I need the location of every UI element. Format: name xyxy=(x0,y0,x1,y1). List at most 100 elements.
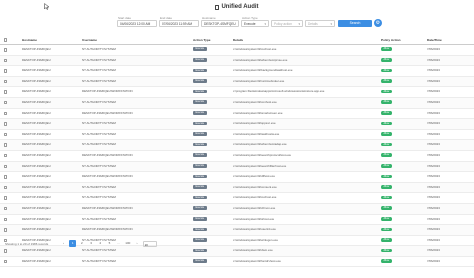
policy-action-badge: Allow xyxy=(381,89,392,94)
col-policy-action[interactable]: Policy Action xyxy=(381,36,417,44)
row-checkbox[interactable] xyxy=(4,90,8,94)
per-page-select[interactable]: 20 xyxy=(142,240,157,247)
col-datetime[interactable]: Date/Time xyxy=(427,36,473,44)
policy-action-badge: Allow xyxy=(381,259,392,263)
row-checkbox[interactable] xyxy=(4,132,8,137)
settings-button[interactable]: ⚙ xyxy=(374,19,382,27)
action-type-cell: Execute xyxy=(193,215,229,225)
table-row[interactable]: DESKTOP-4SMFQEU NT AUTHORITY\SYSTEM Execut… xyxy=(0,257,474,268)
table-row[interactable]: DESKTOP-4SMFQEU NT AUTHORITY\SYSTEM Execut… xyxy=(0,66,474,77)
page-button[interactable]: 1 xyxy=(69,240,77,247)
row-checkbox[interactable] xyxy=(4,48,8,52)
row-select-cell xyxy=(4,215,8,225)
page-button[interactable]: 2 xyxy=(78,240,85,247)
hostname-select[interactable]: DESKTOP-4SMFQEU xyxy=(201,20,239,27)
table-row[interactable]: DESKTOP-4SMFQEU NT AUTHORITY\SYSTEM Execut… xyxy=(0,45,474,56)
policy-action-badge: Allow xyxy=(381,153,392,157)
page-button[interactable]: 3 xyxy=(88,240,95,247)
action-type-badge: Execute xyxy=(193,216,207,221)
table-row[interactable]: DESKTOP-4SMFQEU DESKTOP-4SMFQEU\WORKSTATI… xyxy=(0,109,474,120)
datetime-cell: 7/06/2023 xyxy=(427,174,440,179)
row-checkbox[interactable] xyxy=(4,164,8,169)
action-type-select[interactable]: Execute ▾ xyxy=(241,20,269,27)
hostname-cell: DESKTOP-4SMFQEU xyxy=(22,184,51,189)
table-row[interactable]: DESKTOP-4SMFQEU NT AUTHORITY\SYSTEM Execut… xyxy=(0,140,474,151)
policy-action-cell: Allow xyxy=(381,162,417,172)
action-type-badge: Execute xyxy=(193,259,207,263)
datetime-cell: 7/06/2023 xyxy=(427,121,440,126)
table-row[interactable]: DESKTOP-4SMFQEU NT AUTHORITY\SYSTEM Execut… xyxy=(0,193,474,204)
username-cell: NT AUTHORITY\SYSTEM xyxy=(82,68,116,73)
select-all-checkbox[interactable] xyxy=(4,38,8,42)
table-row[interactable]: DESKTOP-4SMFQEU DESKTOP-4SMFQEU\WORKSTATI… xyxy=(0,203,474,215)
table-row[interactable]: DESKTOP-4SMFQEU NT AUTHORITY\SYSTEM Execut… xyxy=(0,130,474,141)
username-cell: NT AUTHORITY\SYSTEM xyxy=(82,57,116,62)
policy-action-badge: Allow xyxy=(381,227,392,232)
details-input[interactable]: Details ▾ xyxy=(305,20,335,27)
policy-action-cell: Allow xyxy=(381,77,417,87)
username-cell: NT AUTHORITY\SYSTEM xyxy=(82,258,116,263)
username-cell: DESKTOP-4SMFQEU\WORKSTATION xyxy=(82,227,133,232)
datetime-cell: 7/06/2023 xyxy=(427,195,440,200)
row-checkbox[interactable] xyxy=(4,175,8,179)
row-checkbox[interactable] xyxy=(4,217,8,221)
table-row[interactable]: DESKTOP-4SMFQEU NT AUTHORITY\SYSTEM Execut… xyxy=(0,55,474,67)
policy-action-cell: Allow xyxy=(381,109,417,119)
page-button[interactable]: 100 xyxy=(124,240,131,247)
datetime-cell: 7/06/2023 xyxy=(427,110,440,115)
table-row[interactable]: DESKTOP-4SMFQEU NT AUTHORITY\SYSTEM Execut… xyxy=(0,119,474,130)
row-checkbox[interactable] xyxy=(4,122,8,126)
row-checkbox[interactable] xyxy=(4,143,8,147)
row-select-cell xyxy=(4,225,8,235)
table-row[interactable]: DESKTOP-4SMFQEU NT AUTHORITY\SYSTEM Execut… xyxy=(0,182,474,194)
table-row[interactable]: DESKTOP-4SMFQEU DESKTOP-4SMFQEU\WORKSTATI… xyxy=(0,87,474,98)
datetime-cell: 7/06/2023 xyxy=(427,131,440,136)
row-checkbox[interactable] xyxy=(4,185,8,190)
prev-page-button[interactable]: ‹ xyxy=(60,240,67,247)
row-checkbox[interactable] xyxy=(4,154,8,158)
details-cell: c:\windows\system32\wbem\wmiadap.exe xyxy=(233,142,287,147)
table-row[interactable]: DESKTOP-4SMFQEU NT AUTHORITY\SYSTEM Execut… xyxy=(0,97,474,109)
table-row[interactable]: DESKTOP-4SMFQEU NT AUTHORITY\SYSTEM Execut… xyxy=(0,161,474,173)
col-hostname[interactable]: Hostname xyxy=(22,36,77,44)
username-cell: DESKTOP-4SMFQEU\WORKSTATION xyxy=(82,174,133,179)
row-checkbox[interactable] xyxy=(4,69,8,73)
start-date-field: Start date 04/06/2023 12:00 AM xyxy=(117,16,157,30)
row-checkbox[interactable] xyxy=(4,111,8,116)
col-details[interactable]: Details xyxy=(233,36,373,44)
col-username[interactable]: Username xyxy=(82,36,182,44)
row-select-cell xyxy=(4,109,8,119)
table-row[interactable]: DESKTOP-4SMFQEU DESKTOP-4SMFQEU\WORKSTATI… xyxy=(0,172,474,183)
row-select-cell xyxy=(4,193,8,203)
datetime-cell: 7/06/2023 xyxy=(427,68,440,73)
action-type-value: Execute xyxy=(244,22,256,26)
col-action-type[interactable]: Action Type xyxy=(193,36,229,44)
hostname-cell: DESKTOP-4SMFQEU xyxy=(22,205,51,210)
table-row[interactable]: DESKTOP-4SMFQEU DESKTOP-4SMFQEU\WORKSTATI… xyxy=(0,151,474,162)
table-row[interactable]: DESKTOP-4SMFQEU DESKTOP-4SMFQEU\WORKSTATI… xyxy=(0,225,474,236)
row-checkbox[interactable] xyxy=(4,79,8,84)
search-button[interactable]: Search xyxy=(338,20,372,27)
row-checkbox[interactable] xyxy=(4,101,8,105)
end-date-input[interactable]: 07/06/2023 11:59 AM xyxy=(159,20,199,27)
details-cell: c:\program files\windowsapps\microsoft.w… xyxy=(233,89,325,94)
policy-action-cell: Allow xyxy=(381,257,417,267)
start-date-input[interactable]: 04/06/2023 12:00 AM xyxy=(117,20,157,27)
table-row[interactable]: DESKTOP-4SMFQEU NT AUTHORITY\SYSTEM Execut… xyxy=(0,76,474,88)
row-checkbox[interactable] xyxy=(4,58,8,63)
row-checkbox[interactable] xyxy=(4,196,8,200)
page-button[interactable]: ... xyxy=(115,240,122,247)
page-button[interactable]: 5 xyxy=(106,240,113,247)
row-select-cell xyxy=(4,66,8,76)
row-checkbox[interactable] xyxy=(4,207,8,211)
next-page-button[interactable]: › xyxy=(134,240,141,247)
username-cell: NT AUTHORITY\SYSTEM xyxy=(82,142,116,147)
policy-action-cell: Allow xyxy=(381,140,417,150)
chevron-down-icon: ▾ xyxy=(264,22,266,26)
details-cell: c:\windows\system32\smartscreen.exe xyxy=(233,110,283,115)
table-row[interactable]: DESKTOP-4SMFQEU NT AUTHORITY\SYSTEM Execut… xyxy=(0,215,474,226)
policy-action-select[interactable]: Policy action ▾ xyxy=(271,20,303,27)
page-button[interactable]: 4 xyxy=(97,240,104,247)
row-checkbox[interactable] xyxy=(4,228,8,232)
row-checkbox[interactable] xyxy=(4,259,8,264)
